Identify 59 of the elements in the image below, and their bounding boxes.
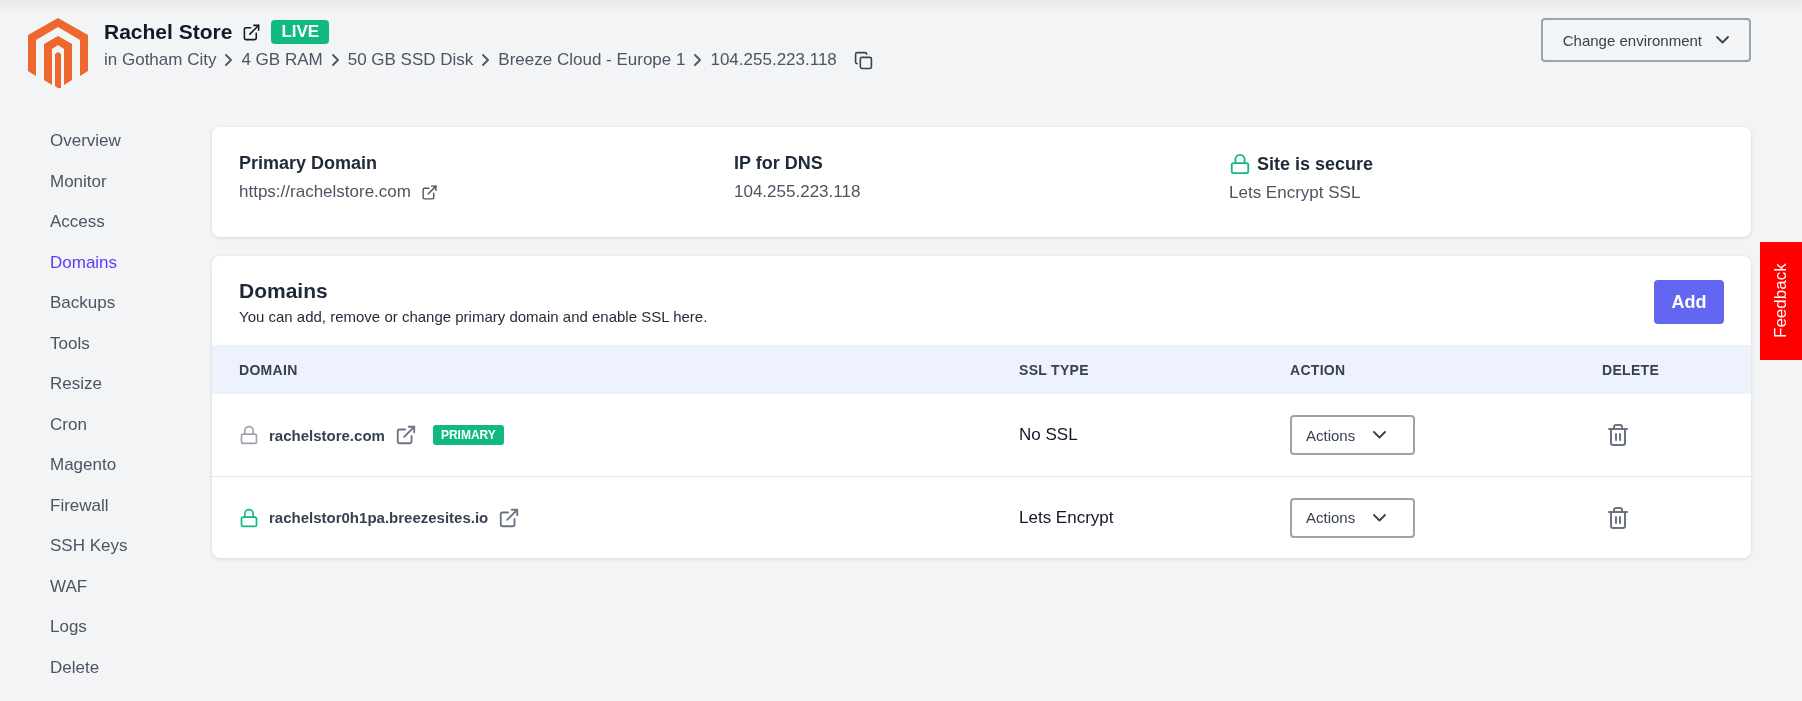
chevron-down-icon [1373, 513, 1387, 522]
logo-icon [28, 18, 88, 88]
sidebar-item[interactable]: Cron [50, 411, 87, 437]
trash-icon [1606, 505, 1630, 530]
chevron-right-icon [694, 54, 702, 66]
sidebar-item[interactable]: Tools [50, 330, 90, 356]
primary-badge: PRIMARY [432, 425, 504, 445]
breadcrumb-item: in Gotham City [104, 50, 217, 70]
site-title: Rachel Store [104, 20, 233, 44]
chevron-right-icon [225, 54, 233, 66]
ssl-type: Lets Encrypt [1019, 507, 1115, 528]
actions-dropdown[interactable]: Actions [1290, 415, 1415, 455]
breadcrumb-item: 104.255.223.118 [710, 50, 837, 70]
lock-icon [1229, 153, 1251, 175]
sidebar-item[interactable]: Overview [50, 128, 121, 154]
status-badge: LIVE [271, 20, 330, 44]
chevron-right-icon [331, 54, 339, 66]
actions-dropdown[interactable]: Actions [1290, 497, 1415, 538]
summary-value: https://rachelstore.com [239, 182, 411, 202]
column-header: SSL TYPE [1019, 361, 1090, 378]
delete-button[interactable] [1606, 423, 1630, 447]
delete-button[interactable] [1606, 505, 1630, 530]
external-link-icon[interactable] [420, 183, 438, 201]
summary-value: 104.255.223.118 [734, 182, 861, 202]
column-header: ACTION [1290, 361, 1347, 378]
sidebar-item[interactable]: Logs [50, 614, 87, 640]
sidebar-item[interactable]: Backups [50, 290, 116, 316]
sidebar-item[interactable]: Resize [50, 371, 102, 397]
copy-icon[interactable] [853, 50, 873, 70]
change-environment-button[interactable]: Change environment [1540, 18, 1751, 62]
domain-name: rachelstore.com [269, 426, 385, 444]
breadcrumb-item: 50 GB SSD Disk [347, 50, 474, 70]
column-header: DELETE [1602, 361, 1661, 378]
summary-heading: IP for DNS [734, 153, 823, 174]
sidebar-item[interactable]: Firewall [50, 492, 109, 518]
chevron-down-icon [1716, 36, 1729, 44]
sidebar-item[interactable]: Delete [50, 654, 100, 680]
section-title: Domains [239, 278, 329, 304]
add-button[interactable]: Add [1654, 280, 1724, 324]
sidebar-item[interactable]: Access [50, 209, 105, 235]
feedback-tab[interactable]: Feedback [1760, 242, 1802, 360]
column-header: DOMAIN [239, 361, 299, 378]
ssl-type: No SSL [1019, 425, 1079, 445]
sidebar-item[interactable]: Magento [50, 452, 117, 478]
chevron-right-icon [482, 54, 490, 66]
sidebar-item[interactable]: Domains [50, 249, 118, 275]
section-description: You can add, remove or change primary domain and enable SSL here. [239, 308, 708, 325]
external-link-icon[interactable] [242, 22, 262, 42]
breadcrumb-item: Breeze Cloud - Europe 1 [498, 50, 686, 70]
domain-name: rachelstor0h1pa.breezesites.io [269, 509, 489, 526]
breadcrumb-item: 4 GB RAM [241, 50, 323, 70]
chevron-down-icon [1373, 431, 1387, 439]
summary-heading: Primary Domain [239, 153, 378, 174]
sidebar-item[interactable]: Monitor [50, 168, 107, 194]
sidebar-item[interactable]: WAF [50, 573, 88, 599]
trash-icon [1606, 423, 1630, 447]
summary-heading: Site is secure [1257, 153, 1374, 175]
sidebar-item[interactable]: SSH Keys [50, 533, 128, 559]
summary-value: Lets Encrypt SSL [1229, 183, 1361, 203]
